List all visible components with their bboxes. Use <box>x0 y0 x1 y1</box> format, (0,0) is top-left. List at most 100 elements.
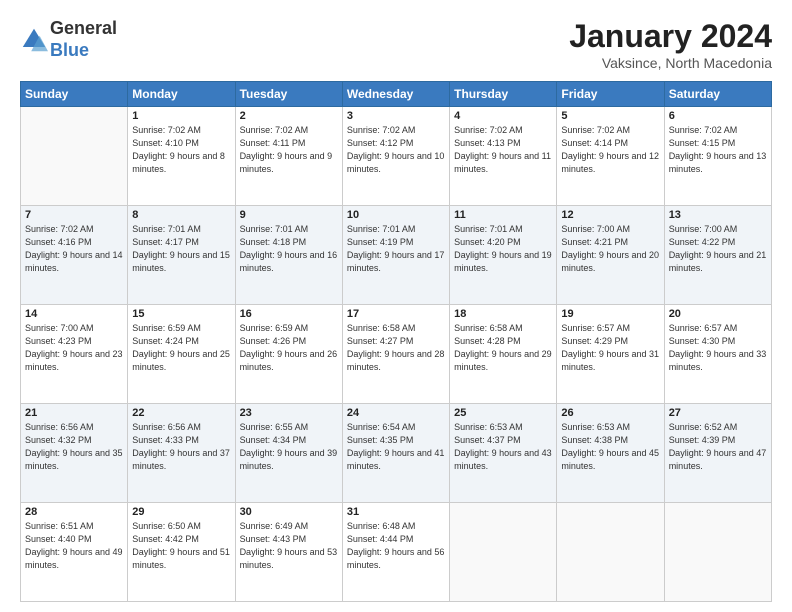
header: General Blue January 2024 Vaksince, Nort… <box>20 18 772 71</box>
day-info: Sunrise: 7:02 AMSunset: 4:12 PMDaylight:… <box>347 124 445 176</box>
day-number: 18 <box>454 308 552 320</box>
day-info: Sunrise: 6:52 AMSunset: 4:39 PMDaylight:… <box>669 421 767 473</box>
day-info: Sunrise: 6:58 AMSunset: 4:28 PMDaylight:… <box>454 322 552 374</box>
calendar-cell: 15 Sunrise: 6:59 AMSunset: 4:24 PMDayligh… <box>128 305 235 404</box>
calendar-header: Sunday Monday Tuesday Wednesday Thursday… <box>21 82 772 107</box>
calendar-table: Sunday Monday Tuesday Wednesday Thursday… <box>20 81 772 602</box>
calendar-cell <box>557 503 664 602</box>
logo-icon <box>20 26 48 54</box>
calendar-cell: 28Sunrise: 6:51 AMSunset: 4:40 PMDayligh… <box>21 503 128 602</box>
calendar-cell: 22 Sunrise: 6:56 AMSunset: 4:33 PMDayligh… <box>128 404 235 503</box>
day-number: 29 <box>132 506 230 518</box>
logo: General Blue <box>20 18 117 61</box>
calendar-cell: 23 Sunrise: 6:55 AMSunset: 4:34 PMDayligh… <box>235 404 342 503</box>
calendar-cell: 1Sunrise: 7:02 AMSunset: 4:10 PMDaylight… <box>128 107 235 206</box>
day-info: Sunrise: 7:02 AMSunset: 4:13 PMDaylight:… <box>454 124 552 176</box>
calendar-cell: 19Sunrise: 6:57 AMSunset: 4:29 PMDayligh… <box>557 305 664 404</box>
day-info: Sunrise: 7:02 AMSunset: 4:10 PMDaylight:… <box>132 124 230 176</box>
calendar-cell: 30 Sunrise: 6:49 AMSunset: 4:43 PMDayligh… <box>235 503 342 602</box>
day-info: Sunrise: 6:57 AMSunset: 4:29 PMDaylight:… <box>561 322 659 374</box>
day-number: 8 <box>132 209 230 221</box>
day-number: 30 <box>240 506 338 518</box>
day-number: 3 <box>347 110 445 122</box>
day-info: Sunrise: 6:58 AMSunset: 4:27 PMDaylight:… <box>347 322 445 374</box>
day-number: 24 <box>347 407 445 419</box>
day-info: Sunrise: 6:56 AMSunset: 4:32 PMDaylight:… <box>25 421 123 473</box>
day-number: 7 <box>25 209 123 221</box>
day-number: 10 <box>347 209 445 221</box>
calendar-cell: 29 Sunrise: 6:50 AMSunset: 4:42 PMDayligh… <box>128 503 235 602</box>
calendar-week-4: 28Sunrise: 6:51 AMSunset: 4:40 PMDayligh… <box>21 503 772 602</box>
calendar-cell: 20 Sunrise: 6:57 AMSunset: 4:30 PMDayligh… <box>664 305 771 404</box>
day-info: Sunrise: 6:59 AMSunset: 4:24 PMDaylight:… <box>132 322 230 374</box>
day-info: Sunrise: 6:49 AMSunset: 4:43 PMDaylight:… <box>240 520 338 572</box>
day-number: 22 <box>132 407 230 419</box>
day-info: Sunrise: 7:01 AMSunset: 4:19 PMDaylight:… <box>347 223 445 275</box>
calendar-cell: 13 Sunrise: 7:00 AMSunset: 4:22 PMDayligh… <box>664 206 771 305</box>
calendar-cell: 31Sunrise: 6:48 AMSunset: 4:44 PMDayligh… <box>342 503 449 602</box>
day-info: Sunrise: 6:55 AMSunset: 4:34 PMDaylight:… <box>240 421 338 473</box>
calendar-cell: 25Sunrise: 6:53 AMSunset: 4:37 PMDayligh… <box>450 404 557 503</box>
day-number: 17 <box>347 308 445 320</box>
day-info: Sunrise: 6:57 AMSunset: 4:30 PMDaylight:… <box>669 322 767 374</box>
calendar-week-0: 1Sunrise: 7:02 AMSunset: 4:10 PMDaylight… <box>21 107 772 206</box>
calendar-cell: 16Sunrise: 6:59 AMSunset: 4:26 PMDayligh… <box>235 305 342 404</box>
calendar-body: 1Sunrise: 7:02 AMSunset: 4:10 PMDaylight… <box>21 107 772 602</box>
page: General Blue January 2024 Vaksince, Nort… <box>0 0 792 612</box>
header-wednesday: Wednesday <box>342 82 449 107</box>
day-number: 6 <box>669 110 767 122</box>
day-info: Sunrise: 6:50 AMSunset: 4:42 PMDaylight:… <box>132 520 230 572</box>
day-number: 21 <box>25 407 123 419</box>
calendar-cell: 6 Sunrise: 7:02 AMSunset: 4:15 PMDaylight… <box>664 107 771 206</box>
calendar-cell <box>21 107 128 206</box>
title-block: January 2024 Vaksince, North Macedonia <box>569 18 772 71</box>
calendar-week-2: 14Sunrise: 7:00 AMSunset: 4:23 PMDayligh… <box>21 305 772 404</box>
day-info: Sunrise: 7:00 AMSunset: 4:22 PMDaylight:… <box>669 223 767 275</box>
day-number: 13 <box>669 209 767 221</box>
logo-blue-text: Blue <box>50 40 89 60</box>
day-info: Sunrise: 7:02 AMSunset: 4:16 PMDaylight:… <box>25 223 123 275</box>
calendar-cell: 2 Sunrise: 7:02 AMSunset: 4:11 PMDaylight… <box>235 107 342 206</box>
logo-text: General Blue <box>50 18 117 61</box>
day-info: Sunrise: 7:02 AMSunset: 4:11 PMDaylight:… <box>240 124 338 176</box>
day-info: Sunrise: 6:54 AMSunset: 4:35 PMDaylight:… <box>347 421 445 473</box>
day-number: 14 <box>25 308 123 320</box>
day-number: 2 <box>240 110 338 122</box>
day-number: 5 <box>561 110 659 122</box>
day-info: Sunrise: 7:01 AMSunset: 4:20 PMDaylight:… <box>454 223 552 275</box>
calendar-cell: 27 Sunrise: 6:52 AMSunset: 4:39 PMDayligh… <box>664 404 771 503</box>
day-info: Sunrise: 6:48 AMSunset: 4:44 PMDaylight:… <box>347 520 445 572</box>
calendar-cell <box>664 503 771 602</box>
header-saturday: Saturday <box>664 82 771 107</box>
header-monday: Monday <box>128 82 235 107</box>
day-number: 11 <box>454 209 552 221</box>
calendar-cell: 10 Sunrise: 7:01 AMSunset: 4:19 PMDayligh… <box>342 206 449 305</box>
day-number: 20 <box>669 308 767 320</box>
calendar-cell: 11 Sunrise: 7:01 AMSunset: 4:20 PMDayligh… <box>450 206 557 305</box>
calendar-cell: 9Sunrise: 7:01 AMSunset: 4:18 PMDaylight… <box>235 206 342 305</box>
day-info: Sunrise: 7:01 AMSunset: 4:17 PMDaylight:… <box>132 223 230 275</box>
day-number: 23 <box>240 407 338 419</box>
header-row: Sunday Monday Tuesday Wednesday Thursday… <box>21 82 772 107</box>
day-info: Sunrise: 6:53 AMSunset: 4:38 PMDaylight:… <box>561 421 659 473</box>
calendar-cell: 4 Sunrise: 7:02 AMSunset: 4:13 PMDaylight… <box>450 107 557 206</box>
day-number: 4 <box>454 110 552 122</box>
header-sunday: Sunday <box>21 82 128 107</box>
day-info: Sunrise: 6:51 AMSunset: 4:40 PMDaylight:… <box>25 520 123 572</box>
logo-general-text: General <box>50 18 117 38</box>
day-info: Sunrise: 7:02 AMSunset: 4:15 PMDaylight:… <box>669 124 767 176</box>
calendar-cell: 21 Sunrise: 6:56 AMSunset: 4:32 PMDayligh… <box>21 404 128 503</box>
calendar-cell: 7 Sunrise: 7:02 AMSunset: 4:16 PMDaylight… <box>21 206 128 305</box>
calendar-cell: 5Sunrise: 7:02 AMSunset: 4:14 PMDaylight… <box>557 107 664 206</box>
day-number: 15 <box>132 308 230 320</box>
calendar-week-1: 7 Sunrise: 7:02 AMSunset: 4:16 PMDaylight… <box>21 206 772 305</box>
day-info: Sunrise: 6:56 AMSunset: 4:33 PMDaylight:… <box>132 421 230 473</box>
header-friday: Friday <box>557 82 664 107</box>
calendar-cell: 17 Sunrise: 6:58 AMSunset: 4:27 PMDayligh… <box>342 305 449 404</box>
page-subtitle: Vaksince, North Macedonia <box>569 55 772 71</box>
day-info: Sunrise: 6:59 AMSunset: 4:26 PMDaylight:… <box>240 322 338 374</box>
day-number: 9 <box>240 209 338 221</box>
calendar-cell: 3 Sunrise: 7:02 AMSunset: 4:12 PMDaylight… <box>342 107 449 206</box>
day-info: Sunrise: 6:53 AMSunset: 4:37 PMDaylight:… <box>454 421 552 473</box>
day-number: 27 <box>669 407 767 419</box>
